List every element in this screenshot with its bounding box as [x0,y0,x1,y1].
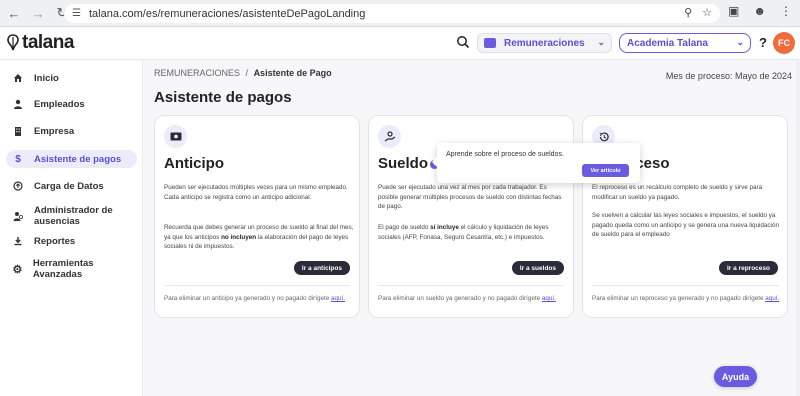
breadcrumb: REMUNERACIONES / Asistente de Pago [154,68,332,78]
chevron-down-icon: ⌄ [736,37,744,47]
sidebar-item-asistente-de-pagos[interactable]: $ Asistente de pagos [6,150,137,168]
view-article-button[interactable]: Ver artículo [582,164,629,177]
go-to-sueldos-button[interactable]: Ir a sueldos [511,261,564,275]
app-header: talana Remuneraciones ⌄ Academia Talana … [0,28,800,60]
card-title: Sueldo i [378,155,440,172]
go-to-anticipos-button[interactable]: Ir a anticipos [293,261,350,275]
chevron-down-icon: ⌄ [597,37,605,47]
module-label: Remuneraciones [504,37,585,49]
go-to-reproceso-button[interactable]: Ir a reproceso [719,261,778,275]
sidebar-item-carga-de-datos[interactable]: Carga de Datos [6,177,137,195]
card-footer-text: Para eliminar un sueldo ya generado y no… [378,295,542,302]
avatar[interactable]: FC [773,32,795,54]
sidebar-item-empleados[interactable]: Empleados [6,95,137,113]
help-icon[interactable]: ? [759,35,767,50]
card-description: Puede ser ejecutado una vez al mes por c… [378,184,562,210]
site-settings-icon[interactable]: ☰ [72,8,81,19]
company-select[interactable]: Academia Talana ⌄ [619,33,751,53]
user-clock-icon [10,211,26,221]
back-arrow-icon[interactable]: ← [4,3,24,23]
card-footer: Para eliminar un sueldo ya generado y no… [378,294,568,303]
card-title: Anticipo [164,155,224,172]
sidebar-item-label: Carga de Datos [34,180,104,192]
sidebar-item-empresa[interactable]: Empresa [6,122,137,140]
browser-toolbar: ← → ↻ ☰ talana.com/es/remuneraciones/asi… [0,0,800,27]
card-note: Se vuelven a calcular las leyes sociales… [592,212,779,238]
download-icon [10,236,26,246]
module-icon [484,38,496,48]
talana-logo[interactable]: talana [6,32,74,54]
sidebar-item-herramientas-avanzadas[interactable]: ⚙ Herramientas Avanzadas [6,258,137,280]
sueldo-info-popover: Aprende sobre el proceso de sueldos. Ver… [432,143,640,183]
module-select[interactable]: Remuneraciones ⌄ [477,33,612,53]
card-title-text: Sueldo [378,155,429,172]
forward-arrow-icon[interactable]: → [28,3,48,23]
card-footer-text: Para eliminar un reproceso ya generado y… [592,295,766,302]
sidebar-item-label: Reportes [34,235,76,247]
extensions-icon[interactable]: ▣ [728,4,739,18]
sidebar-item-label: Administrador de ausencias [34,205,113,227]
cash-icon [164,125,187,148]
scrollbar[interactable] [796,61,800,396]
dollar-icon: $ [15,153,21,165]
company-label: Academia Talana [627,37,708,49]
sidebar-item-inicio[interactable]: Inicio [6,69,137,87]
bookmark-star-icon[interactable]: ☆ [702,6,712,19]
sidebar: Inicio Empleados Empresa $ Asistente de … [0,61,143,396]
logo-text: talana [22,32,74,53]
card-footer: Para eliminar un reproceso ya generado y… [592,294,782,303]
card-note-emphasis: sí incluye [430,224,459,231]
url-text: talana.com/es/remuneraciones/asistenteDe… [88,7,366,20]
help-button[interactable]: Ayuda [714,366,757,387]
search-icon[interactable] [456,35,470,49]
delete-reproceso-link[interactable]: aquí. [765,295,779,302]
card-note-emphasis: no incluyen [221,233,257,241]
anticipo-card: Anticipo Pueden ser ejecutados múltiples… [154,115,360,318]
delete-sueldo-link[interactable]: aquí. [542,295,556,302]
zoom-icon[interactable]: ⚲ [684,6,692,19]
card-note: Recuerda que debes generar un proceso de… [164,223,354,252]
sidebar-item-administrador-de-ausencias[interactable]: Administrador de ausencias [6,201,137,231]
card-description: Pueden ser ejecutados múltiples veces pa… [164,184,348,201]
sidebar-item-label: Asistente de pagos [34,153,122,165]
building-icon [10,126,26,136]
address-bar[interactable]: ☰ talana.com/es/remuneraciones/asistente… [64,4,720,23]
process-period: Mes de proceso: Mayo de 2024 [665,71,792,81]
breadcrumb-separator: / [245,68,249,78]
sidebar-item-label: Empresa [34,125,75,137]
delete-anticipo-link[interactable]: aquí. [331,295,345,302]
breadcrumb-current: Asistente de Pago [253,68,332,78]
gear-icon: ⚙ [12,263,23,276]
page-title: Asistente de pagos [154,89,292,106]
sidebar-item-label: Herramientas Avanzadas [32,258,94,280]
profile-icon[interactable]: ☻ [753,4,766,18]
sidebar-item-label: Inicio [34,72,59,84]
browser-menu-icon[interactable]: ⋮ [780,4,792,18]
home-icon [10,73,26,83]
divider [164,285,350,286]
popover-arrow [432,157,437,167]
card-note-text: El pago de sueldo [378,224,431,231]
card-footer: Para eliminar un anticipo ya generado y … [164,294,354,303]
card-footer-text: Para eliminar un anticipo ya generado y … [164,295,331,302]
payroll-icon [378,125,401,148]
divider [378,285,564,286]
user-icon [10,99,26,109]
card-description: El reproceso es un recálculo completo de… [592,184,763,201]
sidebar-item-reportes[interactable]: Reportes [6,232,137,250]
upload-circle-icon [10,181,26,191]
sidebar-item-label: Empleados [34,98,85,110]
popover-text: Aprende sobre el proceso de sueldos. [446,151,564,158]
card-note: El pago de sueldo sí incluye el cálculo … [378,223,568,242]
divider [592,285,778,286]
balloon-logo-icon [7,34,19,51]
breadcrumb-root[interactable]: REMUNERACIONES [154,68,240,78]
